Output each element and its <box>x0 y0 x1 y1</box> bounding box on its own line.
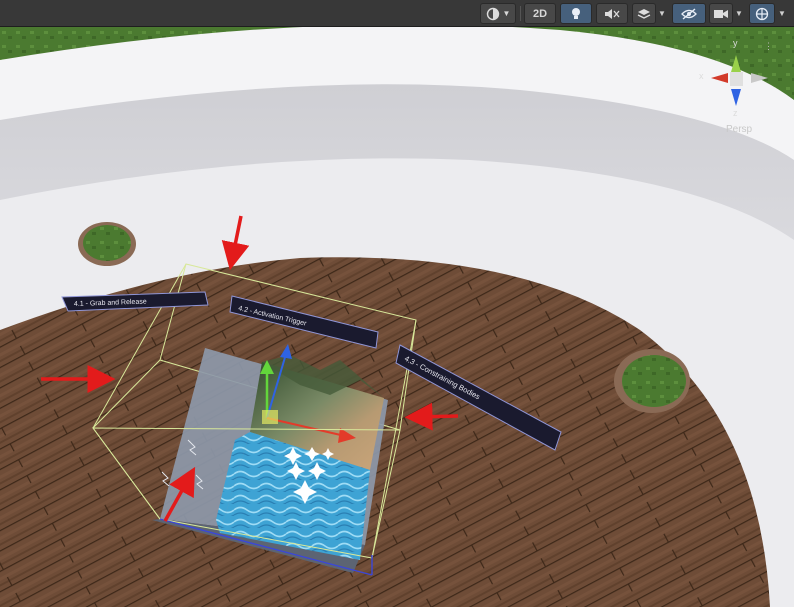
camera-dropdown-icon[interactable]: ▼ <box>733 3 745 24</box>
gizmo-axis-z-label: z <box>733 108 738 118</box>
scene-viewport[interactable]: 4.1 - Grab and Release 4.2 - Activation … <box>0 0 794 607</box>
gizmos-button[interactable] <box>749 3 775 24</box>
scene-lighting-toggle[interactable] <box>560 3 592 24</box>
projection-mode-label[interactable]: Persp <box>726 124 752 135</box>
gizmo-center-cube <box>730 72 743 86</box>
gizmo-axis-y-label: y <box>733 38 738 48</box>
scene-view[interactable]: 4.1 - Grab and Release 4.2 - Activation … <box>0 0 794 607</box>
shading-mode-button[interactable]: ▼ <box>480 3 516 24</box>
light-bulb-icon <box>572 7 580 19</box>
visibility-hidden-icon <box>681 7 697 20</box>
mode-2d-button[interactable]: 2D <box>524 3 556 24</box>
scene-camera-button[interactable] <box>709 3 733 24</box>
camera-icon <box>714 9 728 18</box>
wall-window-right-view <box>622 355 686 407</box>
wall-window-left-view <box>83 225 131 261</box>
mode-2d-label: 2D <box>532 7 548 20</box>
chevron-down-icon: ▼ <box>502 9 511 18</box>
gizmo-axis-x-label: x <box>699 71 704 81</box>
scene-toolbar: ▼ 2D ▼ ▼ ▼ <box>0 0 794 27</box>
gizmos-globe-icon <box>755 7 769 20</box>
effects-layers-icon <box>637 8 651 19</box>
toolbar-separator <box>520 6 521 21</box>
effects-dropdown-icon[interactable]: ▼ <box>656 3 668 24</box>
shading-mode-icon <box>486 7 499 20</box>
scene-visibility-toggle[interactable] <box>672 3 706 24</box>
audio-toggle[interactable] <box>596 3 628 24</box>
gizmos-dropdown-icon[interactable]: ▼ <box>776 3 788 24</box>
effects-toggle[interactable] <box>632 3 656 24</box>
audio-mute-icon <box>605 8 620 19</box>
gizmo-menu-icon[interactable]: ⋮ <box>764 42 773 51</box>
arrow-right <box>404 402 459 431</box>
